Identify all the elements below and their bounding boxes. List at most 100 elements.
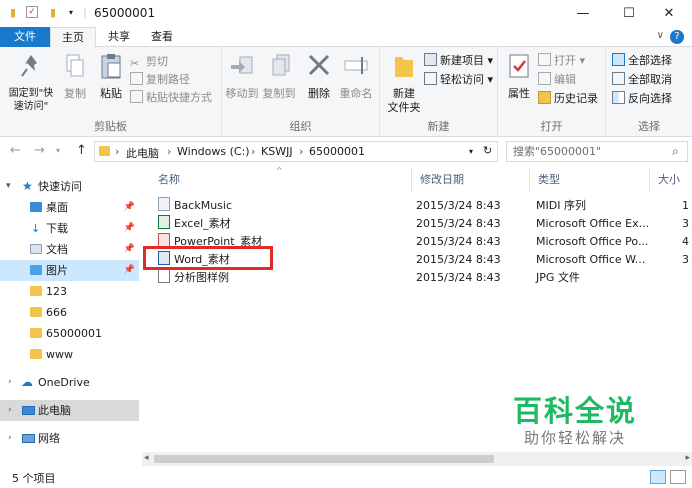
help-icon[interactable]: ? [670, 30, 684, 44]
breadcrumb-current[interactable]: 65000001 [309, 145, 365, 158]
pinned-icon: 📌 [123, 223, 135, 233]
new-item-label: 新建项目 [440, 54, 484, 67]
expand-open-icon[interactable]: ▾ [6, 176, 11, 197]
breadcrumb-kswjj[interactable]: KSWJJ [261, 145, 293, 158]
new-item-icon [424, 53, 437, 66]
expand-closed-icon[interactable]: › [8, 400, 12, 421]
minimize-button[interactable]: — [560, 0, 606, 27]
move-to-button[interactable]: 移动到 [224, 51, 260, 101]
scroll-left-icon[interactable]: ◂ [144, 453, 149, 463]
crumb-separator-icon[interactable]: › [299, 145, 303, 158]
nav-item-pictures[interactable]: 图片 📌 [0, 260, 139, 281]
rename-icon [344, 57, 368, 74]
move-to-icon [231, 56, 253, 74]
edit-icon [538, 72, 551, 85]
properties-button[interactable]: 属性 [504, 51, 534, 101]
nav-item-65000001[interactable]: 65000001 [0, 323, 139, 344]
nav-item-666[interactable]: 666 [0, 302, 139, 323]
history-icon [538, 91, 551, 104]
breadcrumb-drive[interactable]: Windows (C:) [177, 145, 250, 158]
file-date: 2015/3/24 8:43 [416, 217, 501, 230]
nav-item-123[interactable]: 123 [0, 281, 139, 302]
new-folder-button[interactable]: 新建 文件夹 [384, 51, 424, 115]
pin-quick-access-button[interactable]: 固定到"快速访问" [4, 51, 58, 113]
nav-item-www[interactable]: www [0, 344, 139, 365]
breadcrumb-this-pc[interactable]: 此电脑 [126, 145, 159, 161]
move-to-label: 移动到 [225, 87, 259, 100]
invert-selection-button[interactable]: 反向选择 [612, 90, 672, 108]
file-date: 2015/3/24 8:43 [416, 271, 501, 284]
search-input[interactable]: 搜索"65000001" [506, 141, 688, 162]
ribbon-tabs: 文件 主页 共享 查看 ∨ ? [0, 27, 692, 48]
paste-button[interactable]: 粘贴 [94, 51, 128, 101]
column-header-size[interactable]: 大小 [650, 168, 692, 192]
crumb-separator-icon[interactable]: › [167, 145, 171, 158]
select-none-button[interactable]: 全部取消 [612, 71, 672, 89]
file-date: 2015/3/24 8:43 [416, 199, 501, 212]
easy-access-button[interactable]: 轻松访问 ▾ [424, 71, 493, 89]
expand-closed-icon[interactable]: › [8, 428, 12, 449]
quick-access-dropdown-icon[interactable]: ▾ [64, 6, 78, 20]
edit-button[interactable]: 编辑 [538, 71, 576, 89]
nav-this-pc[interactable]: › 此电脑 [0, 400, 139, 421]
column-header-modified[interactable]: 修改日期 [412, 168, 530, 192]
search-icon[interactable]: ⌕ [672, 144, 679, 159]
horizontal-scrollbar[interactable]: ◂ ▸ [142, 452, 692, 466]
rename-button[interactable]: 重命名 [336, 51, 376, 101]
scroll-right-icon[interactable]: ▸ [685, 453, 690, 463]
properties-label: 属性 [508, 87, 530, 100]
refresh-icon[interactable]: ↻ [483, 144, 492, 157]
nav-this-pc-label: 此电脑 [38, 404, 71, 417]
tab-file[interactable]: 文件 [0, 27, 50, 47]
copy-button[interactable]: 复制 [60, 51, 90, 101]
tab-share[interactable]: 共享 [96, 27, 142, 47]
details-view-icon[interactable] [650, 470, 666, 484]
history-button[interactable]: 历史记录 [538, 90, 598, 108]
up-arrow-icon[interactable]: ↑ [76, 143, 87, 158]
recent-dropdown-icon[interactable]: ▾ [56, 146, 60, 155]
nav-item-label: 65000001 [46, 327, 102, 340]
scrollbar-thumb[interactable] [154, 455, 494, 463]
title-separator: | [83, 6, 87, 19]
invert-selection-label: 反向选择 [628, 92, 672, 105]
address-dropdown-icon[interactable]: ▾ [469, 147, 473, 156]
nav-network[interactable]: › 网络 [0, 428, 139, 449]
select-all-button[interactable]: 全部选择 [612, 52, 672, 70]
close-button[interactable]: ✕ [646, 0, 692, 27]
address-box[interactable]: › 此电脑 › Windows (C:) › KSWJJ › 65000001 … [94, 141, 498, 162]
open-button[interactable]: 打开 ▾ [538, 52, 585, 70]
tab-home[interactable]: 主页 [50, 27, 96, 48]
properties-quick-icon[interactable]: ✓ [26, 6, 38, 18]
cloud-icon: ☁ [21, 375, 33, 389]
nav-item-documents[interactable]: 文档 📌 [0, 239, 139, 260]
nav-item-desktop[interactable]: 桌面 📌 [0, 197, 139, 218]
copy-path-button[interactable]: 复制路径 [130, 71, 190, 89]
file-type: JPG 文件 [536, 271, 580, 284]
folder-icon [30, 328, 42, 338]
new-item-button[interactable]: 新建项目 ▾ [424, 52, 493, 70]
ribbon-collapse-icon[interactable]: ∨ [657, 30, 664, 41]
forward-arrow-icon[interactable]: → [34, 143, 45, 158]
column-header-name[interactable]: 名称 [150, 168, 412, 192]
table-row[interactable]: BackMusic 2015/3/24 8:43 MIDI 序列 1 [154, 197, 692, 215]
cut-button[interactable]: ✂ 剪切 [130, 53, 168, 71]
column-header-type[interactable]: 类型 [530, 168, 650, 192]
nav-item-downloads[interactable]: ↓ 下载 📌 [0, 218, 139, 239]
paste-shortcut-button[interactable]: 粘贴快捷方式 [130, 89, 212, 107]
expand-closed-icon[interactable]: › [8, 372, 12, 393]
nav-quick-access[interactable]: ▾ ★ 快速访问 [0, 176, 139, 197]
delete-button[interactable]: 删除 [304, 51, 334, 101]
new-folder-quick-icon[interactable]: ▮ [46, 6, 60, 20]
crumb-separator-icon[interactable]: › [251, 145, 255, 158]
new-folder-icon [395, 57, 413, 77]
crumb-separator-icon[interactable]: › [115, 145, 119, 158]
table-row[interactable]: 分析图样例 2015/3/24 8:43 JPG 文件 [154, 269, 692, 287]
large-icons-view-icon[interactable] [670, 470, 686, 484]
tab-view[interactable]: 查看 [142, 27, 182, 47]
table-row[interactable]: Excel_素材 2015/3/24 8:43 Microsoft Office… [154, 215, 692, 233]
watermark-sub: 助你轻松解决 [523, 429, 626, 447]
copy-to-button[interactable]: 复制到 [260, 51, 298, 101]
nav-onedrive[interactable]: › ☁ OneDrive [0, 372, 139, 393]
back-arrow-icon[interactable]: ← [10, 143, 21, 158]
nav-item-label: 666 [46, 306, 67, 319]
